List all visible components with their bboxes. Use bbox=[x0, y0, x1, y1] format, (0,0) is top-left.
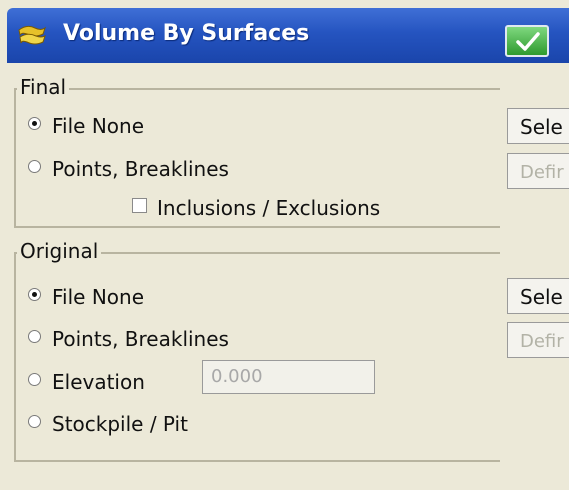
final-group-label: Final bbox=[17, 76, 70, 98]
radio-button[interactable] bbox=[28, 330, 41, 343]
original-group-label: Original bbox=[17, 240, 102, 262]
elevation-input[interactable]: 0.000 bbox=[202, 360, 375, 394]
final-define-button[interactable]: Defir bbox=[507, 153, 569, 189]
surface-icon bbox=[17, 22, 47, 48]
radio-button[interactable] bbox=[28, 415, 41, 428]
ok-button[interactable] bbox=[505, 25, 549, 57]
dialog-body: Final File None Points, Breaklines Inclu… bbox=[7, 63, 569, 490]
radio-button[interactable] bbox=[28, 288, 41, 301]
inclusions-exclusions-label: Inclusions / Exclusions bbox=[157, 196, 381, 220]
original-file-label: File None bbox=[52, 285, 145, 309]
title-bar: Volume By Surfaces bbox=[7, 8, 569, 63]
window-title: Volume By Surfaces bbox=[63, 21, 310, 46]
final-points-breaklines-label: Points, Breaklines bbox=[52, 157, 229, 181]
volume-by-surfaces-dialog: Volume By Surfaces Final File None Point… bbox=[0, 0, 569, 490]
final-file-label: File None bbox=[52, 114, 145, 138]
original-stockpile-pit-label: Stockpile / Pit bbox=[52, 412, 188, 436]
original-elevation-label: Elevation bbox=[52, 370, 145, 394]
radio-button[interactable] bbox=[28, 117, 41, 130]
original-select-button[interactable]: Sele bbox=[507, 278, 569, 314]
checkmark-icon bbox=[516, 32, 540, 51]
original-define-button[interactable]: Defir bbox=[507, 322, 569, 358]
radio-button[interactable] bbox=[28, 160, 41, 173]
inclusions-exclusions-checkbox[interactable] bbox=[132, 198, 147, 213]
original-points-breaklines-label: Points, Breaklines bbox=[52, 327, 229, 351]
radio-button[interactable] bbox=[28, 373, 41, 386]
final-select-button[interactable]: Sele bbox=[507, 108, 569, 144]
